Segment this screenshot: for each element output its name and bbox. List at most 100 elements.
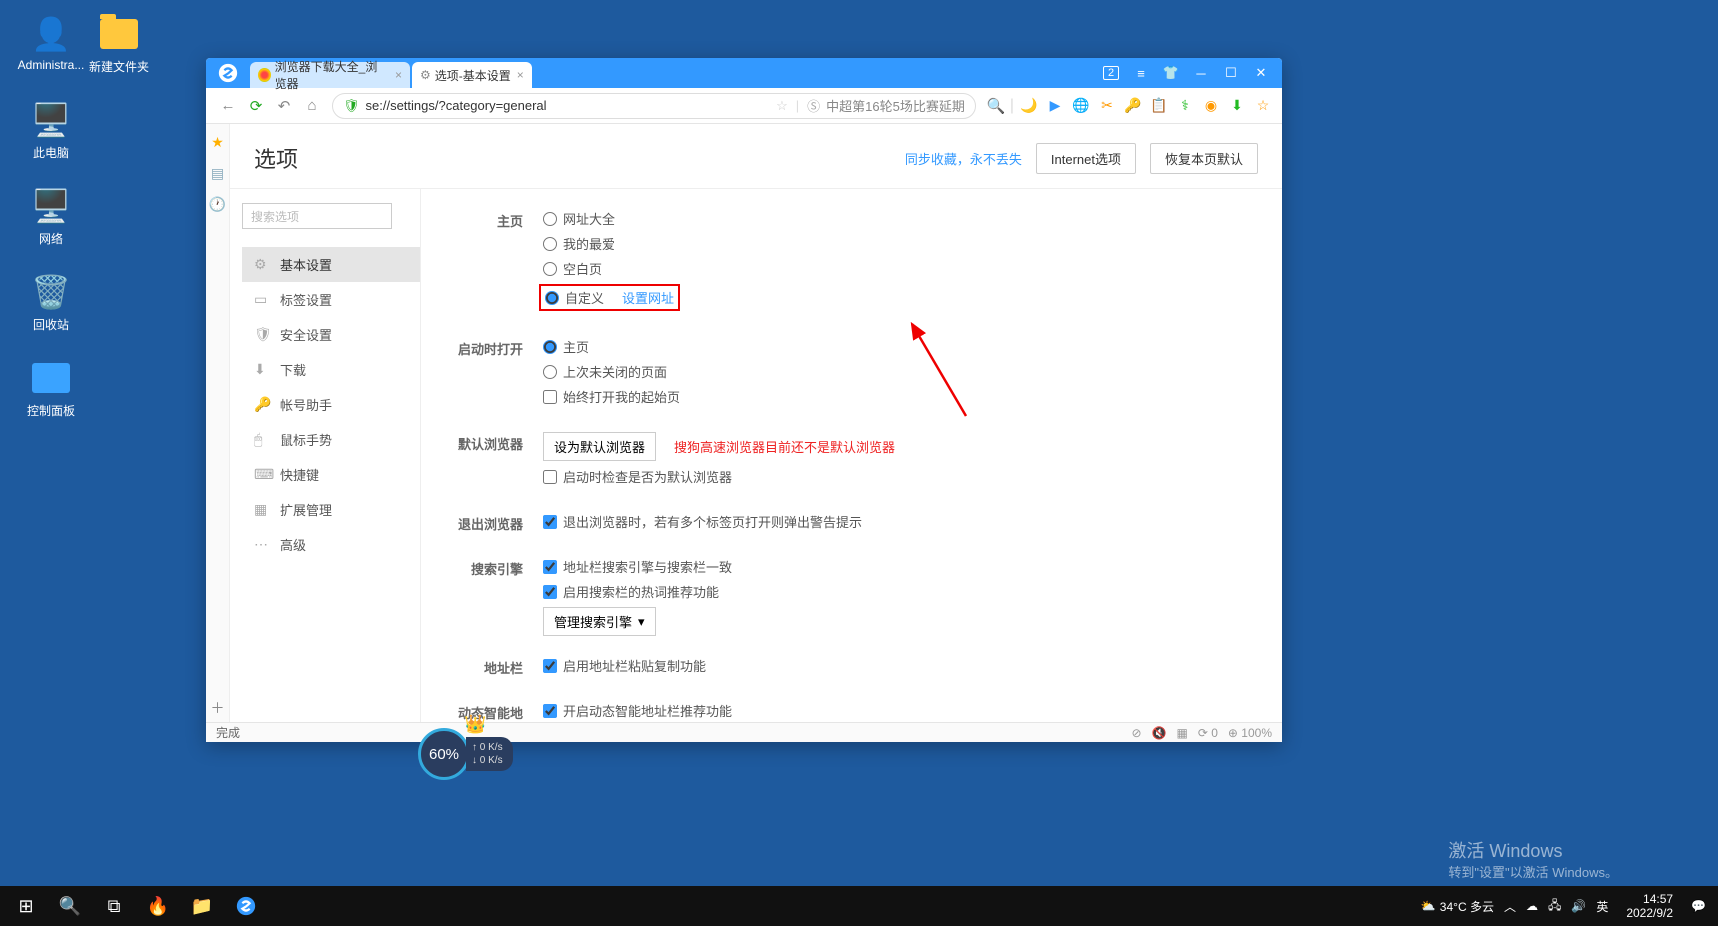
scissors-icon[interactable]: ✂ bbox=[1096, 95, 1118, 117]
check-exit-warn[interactable]: 退出浏览器时，若有多个标签页打开则弹出警告提示 bbox=[543, 512, 1252, 531]
search-input[interactable]: 搜索选项 bbox=[242, 203, 392, 229]
icon-label: 回收站 bbox=[16, 316, 86, 333]
zoom-indicator[interactable]: ⊕ 100% bbox=[1228, 726, 1272, 740]
tray-chevron-icon[interactable]: ︿ bbox=[1504, 898, 1516, 915]
nav-tabs[interactable]: ▭标签设置 bbox=[242, 282, 420, 317]
mute-icon[interactable]: 🔇 bbox=[1152, 726, 1167, 740]
maximize-button[interactable]: ☐ bbox=[1218, 62, 1244, 84]
favorite-icon[interactable]: ☆ bbox=[1252, 95, 1274, 117]
network-tray-icon[interactable]: 🖧 bbox=[1548, 896, 1561, 917]
back-button[interactable]: ← bbox=[214, 92, 242, 120]
add-panel-icon[interactable]: ＋ bbox=[211, 698, 225, 718]
minimize-button[interactable]: ─ bbox=[1188, 62, 1214, 84]
radio-blank[interactable]: 空白页 bbox=[543, 259, 1252, 278]
grid-icon[interactable]: ▦ bbox=[1177, 726, 1188, 740]
radio-open-home[interactable]: 主页 bbox=[543, 337, 1252, 356]
radio-nav-sites[interactable]: 网址大全 bbox=[543, 209, 1252, 228]
set-url-link[interactable]: 设置网址 bbox=[622, 288, 674, 307]
grid-icon: ▦ bbox=[254, 501, 270, 518]
firefox-icon[interactable]: 🔥 bbox=[136, 886, 180, 926]
radio-custom[interactable]: 自定义 bbox=[545, 288, 604, 307]
key-icon[interactable]: 🔑 bbox=[1122, 95, 1144, 117]
desktop-icon-folder[interactable]: 新建文件夹 bbox=[84, 14, 154, 75]
speed-widget[interactable]: 👑 60% ↑ 0 K/s ↓ 0 K/s bbox=[418, 728, 513, 780]
tab-browser-downloads[interactable]: 浏览器下载大全_浏览器 × bbox=[250, 62, 410, 88]
settings-nav: 搜索选项 ⚙基本设置 ▭标签设置 🛡安全设置 ⬇下载 🔑帐号助手 🖱鼠标手势 ⌨… bbox=[230, 189, 420, 722]
weather-indicator[interactable]: ⛅ 34°C 多云 bbox=[1421, 898, 1494, 915]
onedrive-icon[interactable]: ☁ bbox=[1526, 899, 1538, 913]
sogou-s-icon: Ⓢ bbox=[807, 96, 820, 115]
folder-icon bbox=[99, 14, 139, 54]
desktop-icon-network[interactable]: 🖥️ 网络 bbox=[16, 186, 86, 247]
nav-advanced[interactable]: ⋯高级 bbox=[242, 527, 420, 562]
status-text: 完成 bbox=[216, 724, 240, 741]
doctor-icon[interactable]: ⚕ bbox=[1174, 95, 1196, 117]
restore-defaults-button[interactable]: 恢复本页默认 bbox=[1150, 143, 1258, 174]
skin-icon[interactable]: 👕 bbox=[1158, 62, 1184, 84]
radio-favorites[interactable]: 我的最爱 bbox=[543, 234, 1252, 253]
nav-basic[interactable]: ⚙基本设置 bbox=[242, 247, 420, 282]
sync-link[interactable]: 同步收藏，永不丢失 bbox=[905, 149, 1022, 168]
tab-close-icon[interactable]: × bbox=[395, 68, 402, 82]
video-icon[interactable]: ▶ bbox=[1044, 95, 1066, 117]
weibo-icon[interactable]: ◉ bbox=[1200, 95, 1222, 117]
check-startup-default[interactable]: 启动时检查是否为默认浏览器 bbox=[543, 467, 1252, 486]
bookmark-star-icon[interactable]: ☆ bbox=[776, 98, 788, 114]
reader-icon[interactable]: ▤ bbox=[211, 165, 224, 182]
nav-shortcut[interactable]: ⌨快捷键 bbox=[242, 457, 420, 492]
explorer-icon[interactable]: 📁 bbox=[180, 886, 224, 926]
windows-activation-watermark: 激活 Windows 转到"设置"以激活 Windows。 bbox=[1448, 839, 1618, 882]
recycle-icon: 🗑️ bbox=[31, 272, 71, 312]
set-default-button[interactable]: 设为默认浏览器 bbox=[543, 432, 656, 461]
secure-icon[interactable]: ⊘ bbox=[1131, 726, 1141, 740]
sogou-browser-icon[interactable] bbox=[224, 886, 268, 926]
search-button[interactable]: 🔍 bbox=[982, 92, 1010, 120]
desktop-icon-admin[interactable]: 👤 Administra... bbox=[16, 14, 86, 72]
tab-title: 选项-基本设置 bbox=[435, 67, 511, 84]
notification-icon[interactable]: 💬 bbox=[1691, 899, 1706, 913]
desktop-icon-recycle[interactable]: 🗑️ 回收站 bbox=[16, 272, 86, 333]
volume-icon[interactable]: 🔊 bbox=[1571, 899, 1586, 913]
note-icon[interactable]: 📋 bbox=[1148, 95, 1170, 117]
check-smart-addr[interactable]: 开启动态智能地址栏推荐功能 bbox=[543, 701, 1252, 720]
manage-search-button[interactable]: 管理搜索引擎▾ bbox=[543, 607, 656, 636]
window-count-badge[interactable]: 2 bbox=[1098, 62, 1124, 84]
check-hotword[interactable]: 启用搜索栏的热词推荐功能 bbox=[543, 582, 1252, 601]
desktop-icon-control-panel[interactable]: 控制面板 bbox=[16, 358, 86, 419]
home-button[interactable]: ⌂ bbox=[298, 92, 326, 120]
download-icon[interactable]: ⬇ bbox=[1226, 95, 1248, 117]
browser-logo-icon[interactable] bbox=[206, 58, 250, 88]
check-addr-paste[interactable]: 启用地址栏粘贴复制功能 bbox=[543, 656, 1252, 675]
internet-options-button[interactable]: Internet选项 bbox=[1036, 143, 1136, 174]
ime-indicator[interactable]: 英 bbox=[1596, 898, 1608, 915]
task-view-button[interactable]: ⧉ bbox=[92, 886, 136, 926]
desktop-icon-pc[interactable]: 🖥️ 此电脑 bbox=[16, 100, 86, 161]
search-button[interactable]: 🔍 bbox=[48, 886, 92, 926]
keyboard-icon: ⌨ bbox=[254, 466, 270, 483]
clock[interactable]: 14:57 2022/9/2 bbox=[1618, 892, 1681, 921]
menu-icon[interactable]: ≡ bbox=[1128, 62, 1154, 84]
nav-security[interactable]: 🛡安全设置 bbox=[242, 317, 420, 352]
close-button[interactable]: ✕ bbox=[1248, 62, 1274, 84]
tab-settings[interactable]: ⚙ 选项-基本设置 × bbox=[412, 62, 532, 88]
moon-icon[interactable]: 🌙 bbox=[1018, 95, 1040, 117]
toolbar: ← ⟳ ↶ ⌂ 🛡 se://settings/?category=genera… bbox=[206, 88, 1282, 124]
check-always-start[interactable]: 始终打开我的起始页 bbox=[543, 387, 1252, 406]
undo-button[interactable]: ↶ bbox=[270, 92, 298, 120]
address-bar[interactable]: 🛡 se://settings/?category=general ☆ | Ⓢ … bbox=[332, 93, 976, 119]
nav-extensions[interactable]: ▦扩展管理 bbox=[242, 492, 420, 527]
nav-mouse[interactable]: 🖱鼠标手势 bbox=[242, 422, 420, 457]
tab-close-icon[interactable]: × bbox=[517, 68, 524, 82]
check-search-same[interactable]: 地址栏搜索引擎与搜索栏一致 bbox=[543, 557, 1252, 576]
nav-account[interactable]: 🔑帐号助手 bbox=[242, 387, 420, 422]
titlebar[interactable]: 浏览器下载大全_浏览器 × ⚙ 选项-基本设置 × 2 ≡ 👕 ─ ☐ ✕ bbox=[206, 58, 1282, 88]
radio-open-last[interactable]: 上次未关闭的页面 bbox=[543, 362, 1252, 381]
translate-icon[interactable]: 🌐 bbox=[1070, 95, 1092, 117]
star-icon[interactable]: ★ bbox=[211, 134, 224, 151]
reload-button[interactable]: ⟳ bbox=[242, 92, 270, 120]
start-button[interactable]: ⊞ bbox=[4, 886, 48, 926]
nav-download[interactable]: ⬇下载 bbox=[242, 352, 420, 387]
history-icon[interactable]: 🕐 bbox=[209, 196, 226, 213]
news-ticker[interactable]: 中超第16轮5场比赛延期 bbox=[826, 96, 965, 115]
sync-icon[interactable]: ⟳ 0 bbox=[1198, 726, 1218, 740]
